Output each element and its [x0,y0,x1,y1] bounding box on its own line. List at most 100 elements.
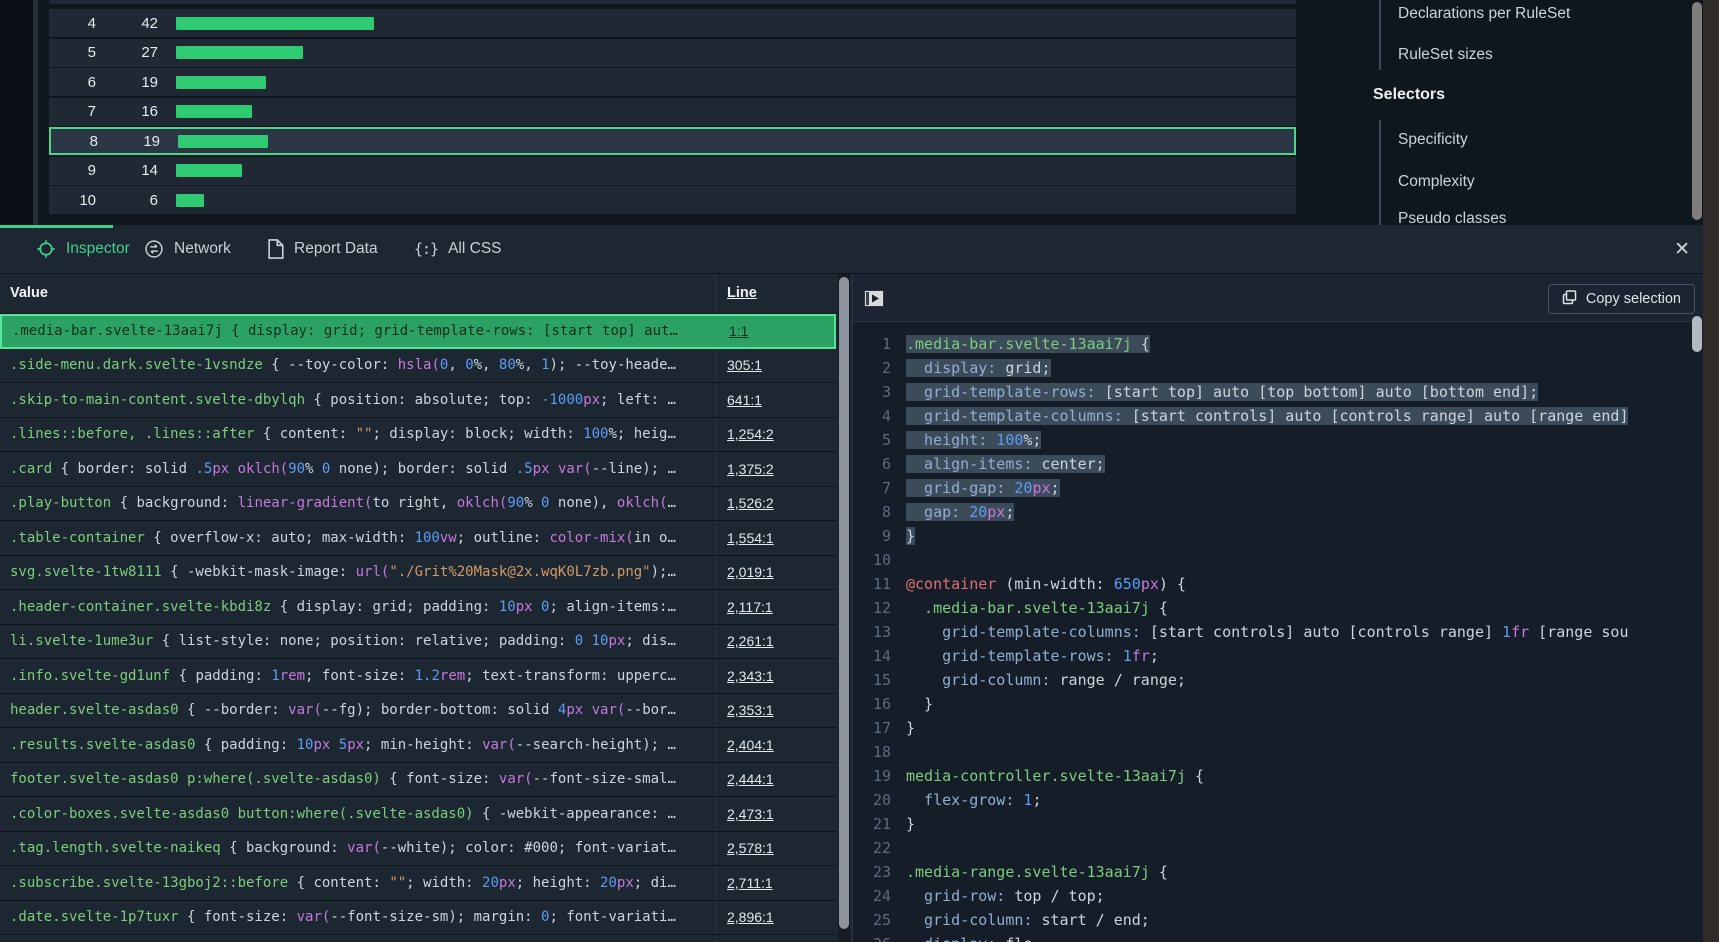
tab-label: Network [174,240,231,258]
table-row[interactable]: .play-button { background: linear-gradie… [0,487,836,522]
table-header: Value Line [0,274,836,314]
table-cell-line: 2,473:1 [727,797,774,831]
chart-row[interactable]: 7 16 [49,98,1296,126]
sidebar-item-pseudo-classes[interactable]: Pseudo classes [1398,210,1507,225]
table-row[interactable]: svg.svelte-1tw8111 { -webkit-mask-image:… [0,556,836,591]
code-line: 19 media-controller.svelte-13aai7j { [853,764,1703,788]
line-number: 10 [853,548,891,572]
code-text: media-controller.svelte-13aai7j { [906,764,1204,788]
code-line: 13 grid-template-columns: [start control… [853,620,1703,644]
table-row[interactable]: header.svelte-asdas0 { --border: var(--f… [0,694,836,729]
close-icon[interactable]: ✕ [1674,225,1690,273]
line-number: 19 [853,764,891,788]
table-row[interactable]: .table-container { overflow-x: auto; max… [0,521,836,556]
table-row[interactable]: .media-bar.svelte-13aai7j { display: gri… [0,314,836,349]
sidebar-item-specificity[interactable]: Specificity [1398,131,1468,149]
code-text: @container (min-width: 650px) { [906,572,1186,596]
chart-row-label: 8 [51,133,98,150]
line-link[interactable]: 2,444:1 [727,771,774,787]
sidebar-item-declarations-per-ruleset[interactable]: Declarations per RuleSet [1398,5,1570,23]
line-link[interactable]: 2,353:1 [727,702,774,718]
chart-row-count: 14 [96,162,158,179]
table-cell-line: 2,404:1 [727,728,774,762]
css-source-viewer: Copy selection 1 .media-bar.svelte-13aai… [852,274,1703,942]
table-row[interactable]: .play-button.svelte-1tw8111 { background… [0,935,836,942]
table-row[interactable]: li.svelte-1ume3ur { list-style: none; po… [0,625,836,660]
table-cell-value: .results.svelte-asdas0 { padding: 10px 5… [10,728,710,762]
table-row[interactable]: .color-boxes.svelte-asdas0 button:where(… [0,797,836,832]
table-cell-line: 2,261:1 [727,625,774,659]
copy-selection-button[interactable]: Copy selection [1548,284,1695,314]
line-link[interactable]: 2,261:1 [727,633,774,649]
table-scrollbar-thumb[interactable] [839,277,849,929]
sidebar-header-selectors: Selectors [1373,86,1445,104]
tab-report-data[interactable]: Report Data [267,225,378,273]
tab-bar: Inspector Network Report Data {:} All CS… [0,225,1703,274]
line-link[interactable]: 2,343:1 [727,668,774,684]
code-line: 18 [853,740,1703,764]
chart-row[interactable]: 4 42 [49,9,1296,37]
line-number: 1 [853,332,891,356]
sidebar-item-ruleset-sizes[interactable]: RuleSet sizes [1398,46,1493,64]
table-cell-value: .date.svelte-1p7tuxr { font-size: var(--… [10,901,710,935]
table-row[interactable]: .skip-to-main-content.svelte-dbylqh { po… [0,383,836,418]
table-row[interactable]: .tag.length.svelte-naikeq { background: … [0,832,836,867]
table-row[interactable]: .date.svelte-1p7tuxr { font-size: var(--… [0,901,836,936]
table-row[interactable]: .info.svelte-gd1unf { padding: 1rem; fon… [0,659,836,694]
chart-row[interactable]: 9 14 [49,157,1296,185]
table-row[interactable]: .subscribe.svelte-13gboj2::before { cont… [0,866,836,901]
table-cell-line: 1,254:2 [727,418,774,452]
table-row[interactable]: .header-container.svelte-kbdi8z { displa… [0,590,836,625]
line-number: 3 [853,380,891,404]
table-row[interactable]: .lines::before, .lines::after { content:… [0,418,836,453]
tab-network[interactable]: Network [144,225,231,273]
chart-row[interactable]: 5 27 [49,39,1296,67]
line-link[interactable]: 2,117:1 [727,599,773,615]
table-row[interactable]: .side-menu.dark.svelte-1vsndze { --toy-c… [0,349,836,384]
panel-toggle-icon[interactable] [864,290,884,312]
line-link[interactable]: 2,019:1 [727,564,774,580]
chart-row-partial [49,0,1296,4]
line-number: 13 [853,620,891,644]
table-row[interactable]: .card { border: solid .5px oklch(90% 0 n… [0,452,836,487]
line-link[interactable]: 1,554:1 [727,530,774,546]
line-link[interactable]: 2,404:1 [727,737,774,753]
line-link[interactable]: 1:1 [729,323,748,339]
chart-row[interactable]: 8 19 [49,127,1296,155]
tab-all-css[interactable]: {:} All CSS [414,225,502,273]
chart-row-label: 5 [49,44,96,61]
code-text: .media-bar.svelte-13aai7j { [906,332,1150,356]
chart-bar [176,76,266,89]
line-link[interactable]: 2,578:1 [727,840,774,856]
chart-row[interactable]: 6 19 [49,68,1296,96]
line-link[interactable]: 641:1 [727,392,762,408]
chart-row[interactable]: 10 6 [49,186,1296,214]
code-scrollbar-thumb[interactable] [1692,316,1702,352]
code-text: } [906,524,915,548]
line-link[interactable]: 1,375:2 [727,461,774,477]
table-row[interactable]: .results.svelte-asdas0 { padding: 10px 5… [0,728,836,763]
line-link[interactable]: 2,473:1 [727,806,774,822]
line-link[interactable]: 1,254:2 [727,426,774,442]
line-number: 25 [853,908,891,932]
line-link[interactable]: 2,711:1 [727,875,773,891]
table-cell-line: 3,1 [727,935,746,942]
table-cell-value: .table-container { overflow-x: auto; max… [10,521,710,555]
line-link[interactable]: 305:1 [727,357,762,373]
tab-inspector[interactable]: Inspector [36,225,130,273]
chart-bar [178,135,268,148]
code-line: 1 .media-bar.svelte-13aai7j { [853,332,1703,356]
table-scrollbar[interactable] [838,274,850,942]
code-text: } [906,692,933,716]
line-link[interactable]: 1,526:2 [727,495,774,511]
chart-scrollbar-thumb[interactable] [33,0,38,225]
window-scrollbar-thumb[interactable] [1692,2,1702,220]
chart-row-count: 27 [96,44,158,61]
table-row[interactable]: footer.svelte-asdas0 p:where(.svelte-asd… [0,763,836,798]
sidebar-item-complexity[interactable]: Complexity [1398,173,1475,191]
line-link[interactable]: 2,896:1 [727,909,774,925]
code-line: 12 .media-bar.svelte-13aai7j { [853,596,1703,620]
chart-bar [176,46,303,59]
code-body[interactable]: 1 .media-bar.svelte-13aai7j { 2 display:… [853,322,1703,942]
line-column-header[interactable]: Line [727,285,757,301]
